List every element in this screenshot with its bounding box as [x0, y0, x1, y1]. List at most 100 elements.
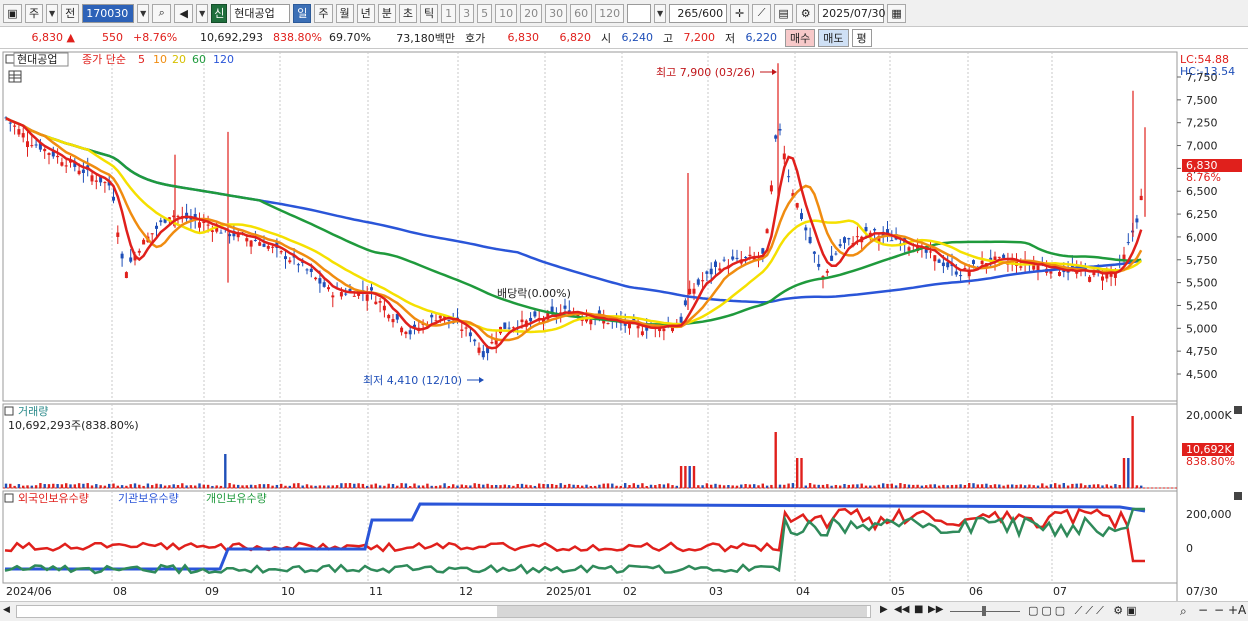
- stock-code-input[interactable]: 170030: [82, 3, 135, 23]
- candle-body: [507, 327, 511, 329]
- play-icon[interactable]: ▶: [880, 604, 888, 615]
- fast-forward-icon[interactable]: ▶▶: [928, 604, 943, 615]
- prev-button[interactable]: 전: [61, 3, 80, 23]
- rewind-icon[interactable]: ◀◀: [894, 604, 909, 615]
- interval-30-button[interactable]: 30: [545, 3, 568, 23]
- volume-bar: [486, 483, 489, 488]
- stock-code-dropdown-icon[interactable]: ▼: [137, 3, 150, 23]
- zoom-in-icon[interactable]: +: [1228, 603, 1238, 617]
- x-tick-label: 09: [205, 585, 219, 598]
- market-type-dropdown-icon[interactable]: ▼: [46, 3, 59, 23]
- data-count-field[interactable]: 265/600: [669, 3, 728, 23]
- period-year-button[interactable]: 년: [356, 3, 375, 23]
- volume-bar: [968, 483, 971, 488]
- candle-body: [34, 144, 38, 146]
- y-tick-label: 5,250: [1186, 299, 1218, 312]
- holding-close-icon[interactable]: [1234, 492, 1242, 500]
- volume-bar: [998, 484, 1001, 488]
- volume-title: 거래량: [18, 405, 48, 418]
- candle-body: [464, 327, 468, 329]
- period-tick-button[interactable]: 틱: [420, 3, 439, 23]
- candle-body: [468, 332, 472, 337]
- candle-body: [709, 268, 713, 275]
- candle-body: [253, 239, 257, 241]
- candle-body: [481, 351, 485, 358]
- period-minute-button[interactable]: 분: [377, 3, 396, 23]
- stock-name-field[interactable]: 현대공업: [230, 3, 291, 23]
- volume-bar: [232, 484, 236, 488]
- interval-20-button[interactable]: 20: [520, 3, 543, 23]
- candle-body: [322, 282, 326, 287]
- calendar-icon[interactable]: ▦: [887, 3, 907, 23]
- volume-bar: [985, 483, 988, 488]
- tool-icons[interactable]: ▢▢▢ ⟋⟋⟋ ⚙▣: [1028, 604, 1140, 618]
- zoom-reset-icon[interactable]: −: [1214, 603, 1224, 617]
- volume-close-icon[interactable]: [1234, 406, 1242, 414]
- date-input[interactable]: 2025/07/30: [818, 3, 886, 23]
- speaker-icon[interactable]: ◀: [174, 3, 194, 23]
- horizontal-scrollbar[interactable]: [16, 605, 871, 618]
- eval-button[interactable]: 평: [851, 28, 872, 47]
- zoom-search-icon[interactable]: ⌕: [1180, 604, 1187, 619]
- gear-icon[interactable]: ⚙: [796, 3, 816, 23]
- candle-body: [529, 317, 533, 322]
- volume-bar: [267, 484, 270, 488]
- candle-body: [219, 232, 223, 234]
- buy-button[interactable]: 매수: [785, 28, 816, 47]
- candle-body: [696, 279, 700, 285]
- candle-body: [331, 295, 335, 298]
- volume-bar: [662, 484, 666, 488]
- trend-tool-icon[interactable]: ⟋: [752, 3, 772, 23]
- volume-bar: [559, 483, 562, 488]
- x-tick-label: 03: [709, 585, 723, 598]
- candle-body: [714, 261, 717, 267]
- period-second-button[interactable]: 초: [398, 3, 417, 23]
- interval-60-button[interactable]: 60: [570, 3, 593, 23]
- candle-body: [271, 246, 275, 248]
- period-day-button[interactable]: 일: [293, 3, 312, 23]
- scroll-left-icon[interactable]: ◀: [3, 605, 13, 618]
- volume-bar: [658, 484, 661, 488]
- crosshair-icon[interactable]: ✛: [730, 3, 750, 23]
- volume-bar: [86, 483, 89, 488]
- candle-body: [533, 311, 537, 317]
- save-icon[interactable]: ▤: [774, 3, 794, 23]
- candle-body: [782, 153, 786, 160]
- candle-body: [460, 329, 464, 331]
- interval-custom-input[interactable]: [627, 3, 652, 23]
- market-type-button[interactable]: 주: [25, 3, 44, 23]
- stop-icon[interactable]: ■: [914, 604, 923, 615]
- font-size-icon[interactable]: A: [1238, 603, 1246, 617]
- scroll-thumb[interactable]: [497, 606, 867, 617]
- volume-bar: [400, 483, 403, 488]
- candle-body: [520, 319, 524, 323]
- candle-body: [309, 268, 313, 272]
- speaker-dropdown-icon[interactable]: ▼: [196, 3, 209, 23]
- zoom-slider-thumb[interactable]: [982, 606, 986, 616]
- interval-3-button[interactable]: 3: [459, 3, 475, 23]
- volume-bar: [82, 483, 85, 488]
- interval-dropdown-icon[interactable]: ▼: [654, 3, 667, 23]
- zoom-out-icon[interactable]: −: [1198, 603, 1208, 617]
- volume-bar: [1097, 484, 1100, 488]
- search-icon[interactable]: ⌕: [152, 3, 172, 23]
- x-tick-label: 2025/01: [546, 585, 592, 598]
- stock-chart[interactable]: 7,7507,5007,2507,0006,7506,5006,2506,000…: [0, 49, 1248, 601]
- candle-body: [954, 271, 958, 275]
- interval-5-button[interactable]: 5: [477, 3, 493, 23]
- sell-button[interactable]: 매도: [818, 28, 849, 47]
- interval-10-button[interactable]: 10: [495, 3, 518, 23]
- institution-holding-legend: 기관보유수량: [118, 492, 179, 505]
- candle-body: [503, 322, 507, 329]
- interval-120-button[interactable]: 120: [595, 3, 625, 23]
- period-month-button[interactable]: 월: [335, 3, 354, 23]
- interval-1-button[interactable]: 1: [441, 3, 457, 23]
- window-menu-icon[interactable]: ▣: [3, 3, 22, 23]
- period-week-button[interactable]: 주: [314, 3, 333, 23]
- volume-bar: [357, 483, 360, 488]
- individual-holding-legend: 개인보유수량: [206, 492, 267, 505]
- holding-y-zero: 0: [1186, 542, 1193, 555]
- volume-bar: [1114, 484, 1117, 488]
- y-tick-label: 4,500: [1186, 368, 1218, 381]
- table-icon[interactable]: [8, 70, 22, 83]
